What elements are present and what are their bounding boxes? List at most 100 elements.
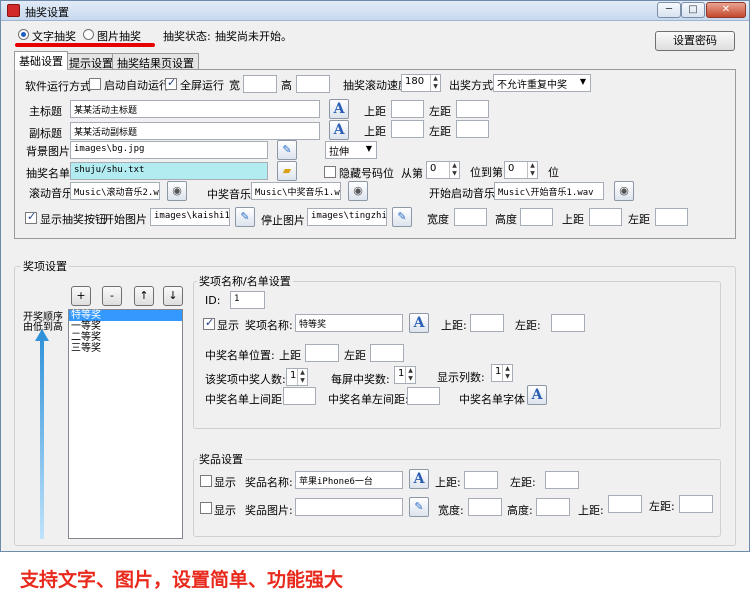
per-screen-stepper[interactable]: 1 ▲ ▼	[394, 366, 416, 384]
prize-name-label: 奖项名称:	[245, 319, 293, 332]
goods-top2-input[interactable]	[608, 495, 642, 513]
auto-run-checkbox[interactable]	[89, 78, 101, 90]
start-img-input[interactable]: images\kaishi1.p	[150, 208, 230, 226]
list-input[interactable]: shuju/shu.txt	[70, 162, 268, 180]
stop-img-input[interactable]: images\tingzhi1.	[307, 208, 387, 226]
goods-img-label: 奖品图片:	[245, 504, 293, 517]
btn-height-input[interactable]	[520, 208, 553, 226]
stepper-arrows-icon[interactable]: ▲ ▼	[502, 365, 512, 381]
sub-title-font-button[interactable]: A	[329, 120, 349, 140]
goods-left-label: 左距:	[510, 476, 536, 489]
sub-title-input[interactable]: 某某活动副标题	[70, 122, 320, 140]
to-label: 位到第	[470, 166, 503, 179]
col-gap-input[interactable]	[407, 387, 440, 405]
id-input[interactable]: 1	[230, 291, 265, 309]
list-left-input[interactable]	[370, 344, 404, 362]
sub-title-left-input[interactable]	[456, 120, 489, 138]
bg-browse-button[interactable]: ✎	[277, 140, 297, 160]
start-music-button[interactable]: ◉	[614, 181, 634, 201]
list-item[interactable]: 三等奖	[69, 343, 182, 354]
image-mode-radio[interactable]	[83, 29, 94, 40]
cols-stepper[interactable]: 1 ▲ ▼	[491, 364, 513, 382]
height-input[interactable]	[296, 75, 330, 93]
run-mode-label: 软件运行方式	[25, 80, 91, 93]
width-input[interactable]	[243, 75, 277, 93]
tab-result-page[interactable]: 抽奖结果页设置	[112, 53, 199, 70]
stepper-arrows-icon[interactable]: ▲ ▼	[449, 162, 459, 178]
btn-top-input[interactable]	[589, 208, 622, 226]
text-mode-radio[interactable]	[18, 29, 29, 40]
goods-title: 奖品设置	[197, 451, 245, 467]
btn-width-input[interactable]	[454, 208, 487, 226]
fullscreen-checkbox[interactable]	[165, 76, 177, 90]
prize-show-label: 显示	[217, 319, 239, 332]
list-top-input[interactable]	[305, 344, 339, 362]
image-mode-label[interactable]: 图片抽奖	[97, 28, 141, 44]
from-stepper[interactable]: 0 ▲ ▼	[426, 161, 460, 179]
main-title-top-input[interactable]	[391, 100, 424, 118]
sub-title-top-input[interactable]	[391, 120, 424, 138]
scroll-speed-stepper[interactable]: 180 ▲ ▼	[401, 74, 441, 92]
start-music-input[interactable]: Music\开始音乐1.wav	[494, 182, 604, 200]
list-font-button[interactable]: A	[527, 385, 547, 405]
text-mode-label[interactable]: 文字抽奖	[32, 28, 76, 44]
prize-show-checkbox[interactable]	[203, 316, 215, 330]
minimize-button[interactable]: ─	[657, 2, 681, 18]
prize-mode-select[interactable]: 不允许重复中奖 ▼	[493, 74, 591, 92]
scroll-music-input[interactable]: Music\滚动音乐2.wav	[70, 182, 160, 200]
goods-name-input[interactable]: 苹果iPhone6一台	[295, 471, 403, 489]
show-button-checkbox[interactable]	[25, 210, 37, 224]
to-stepper[interactable]: 0 ▲ ▼	[504, 161, 538, 179]
maximize-button[interactable]: □	[681, 2, 705, 18]
goods-top-input[interactable]	[464, 471, 498, 489]
goods-left-input[interactable]	[545, 471, 579, 489]
goods-width-input[interactable]	[468, 498, 502, 516]
row-gap-input[interactable]	[283, 387, 316, 405]
start-img-button[interactable]: ✎	[235, 207, 255, 227]
prize-list[interactable]: 特等奖 一等奖 二等奖 三等奖	[68, 309, 183, 539]
list-item[interactable]: 一等奖	[69, 321, 182, 332]
image-edit-icon: ✎	[397, 210, 407, 223]
move-up-button[interactable]: ↑	[134, 286, 154, 306]
tab-basic[interactable]: 基础设置	[14, 51, 68, 70]
close-button[interactable]: ✕	[706, 2, 746, 18]
count-stepper[interactable]: 1 ▲ ▼	[286, 368, 308, 386]
scroll-music-button[interactable]: ◉	[167, 181, 187, 201]
tab-tips[interactable]: 提示设置	[64, 53, 118, 70]
image-edit-icon: ✎	[414, 500, 424, 513]
goods-height-input[interactable]	[536, 498, 570, 516]
main-title-left-input[interactable]	[456, 100, 489, 118]
remove-prize-button[interactable]: -	[102, 286, 122, 306]
add-prize-button[interactable]: +	[71, 286, 91, 306]
prize-top-input[interactable]	[470, 314, 504, 332]
goods-show-checkbox[interactable]	[200, 475, 212, 487]
list-browse-button[interactable]: ▰	[277, 161, 297, 181]
stop-img-button[interactable]: ✎	[392, 207, 412, 227]
goods-img-button[interactable]: ✎	[409, 497, 429, 517]
set-password-button[interactable]: 设置密码	[655, 31, 735, 51]
btn-left-input[interactable]	[655, 208, 688, 226]
prize-name-input[interactable]: 特等奖	[295, 314, 403, 332]
stepper-arrows-icon[interactable]: ▲ ▼	[297, 369, 307, 385]
list-item[interactable]: 特等奖	[69, 310, 182, 321]
goods-img-input[interactable]	[295, 498, 403, 516]
goods-left2-input[interactable]	[679, 495, 713, 513]
stretch-select[interactable]: 拉伸 ▼	[325, 141, 377, 159]
bg-input[interactable]: images\bg.jpg	[70, 141, 268, 159]
stepper-arrows-icon[interactable]: ▲ ▼	[527, 162, 537, 178]
stepper-arrows-icon[interactable]: ▲ ▼	[430, 75, 440, 91]
font-icon: A	[333, 122, 345, 138]
stepper-arrows-icon[interactable]: ▲ ▼	[405, 367, 415, 383]
hide-digits-checkbox[interactable]	[324, 166, 336, 178]
win-music-input[interactable]: Music\中奖音乐1.wav	[251, 182, 341, 200]
main-title-input[interactable]: 某某活动主标题	[70, 100, 320, 118]
prize-left-input[interactable]	[551, 314, 585, 332]
goods-name-font-button[interactable]: A	[409, 469, 429, 489]
goods-img-show-checkbox[interactable]	[200, 502, 212, 514]
main-title-font-button[interactable]: A	[329, 99, 349, 119]
btn-height-label: 高度	[495, 213, 517, 226]
win-music-button[interactable]: ◉	[348, 181, 368, 201]
prize-name-font-button[interactable]: A	[409, 313, 429, 333]
move-down-button[interactable]: ↓	[163, 286, 183, 306]
list-item[interactable]: 二等奖	[69, 332, 182, 343]
